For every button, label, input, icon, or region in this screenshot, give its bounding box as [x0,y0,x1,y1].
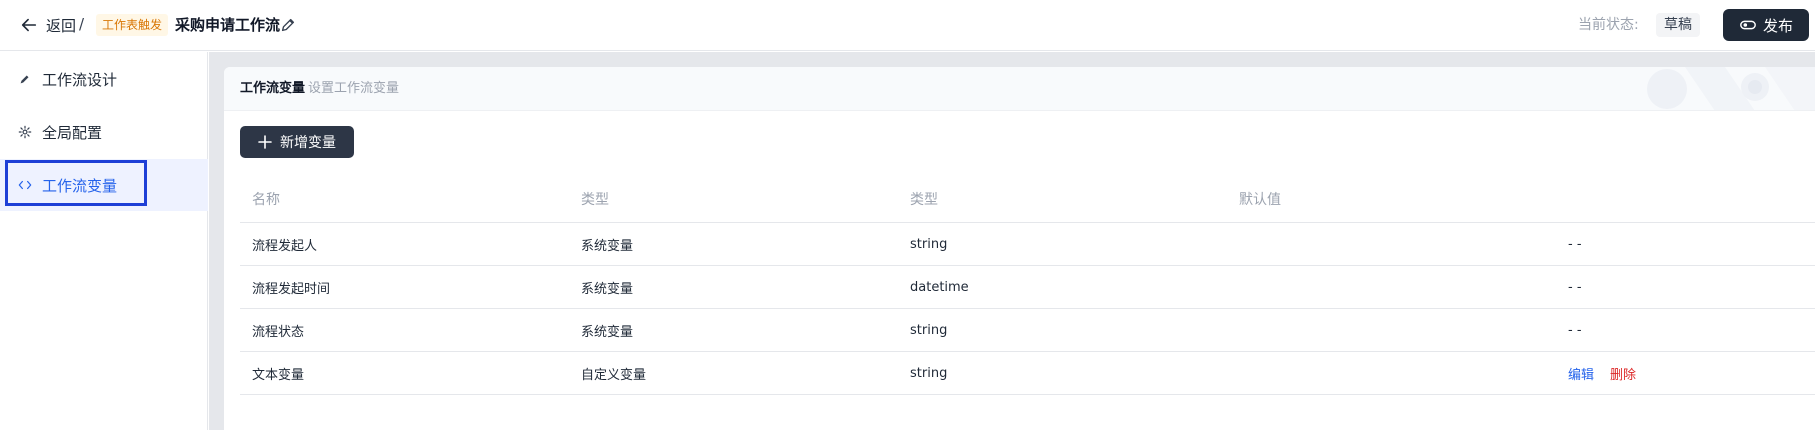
add-variable-label: 新增变量 [280,135,336,151]
column-header-name: 名称 [252,191,280,208]
cell-name: 流程状态 [252,324,305,340]
add-variable-button[interactable]: 新增变量 [240,126,354,158]
column-header-type: 类型 [910,191,938,208]
cell-category: 自定义变量 [581,367,647,383]
status-badge: 草稿 [1656,13,1700,37]
column-header-default: 默认值 [1239,191,1281,208]
cell-name: 文本变量 [252,367,305,383]
table-row: 流程状态 系统变量 string - - [240,309,1815,352]
edit-title-icon[interactable] [279,16,297,34]
toggle-icon [1740,20,1756,30]
top-header: 返回 / 工作表触发 采购申请工作流 当前状态: 草稿 发布 [0,0,1815,51]
cell-category: 系统变量 [581,281,634,297]
variables-table: 名称 类型 类型 默认值 流程发起人 系统变量 string - - 流程发起时… [240,175,1815,395]
gear-icon [18,125,32,139]
cell-type: datetime [910,279,969,295]
decorative-pattern [1647,67,1815,110]
publish-label: 发布 [1762,16,1793,35]
arrow-left-icon [21,18,37,32]
sidebar-item-variables[interactable]: 工作流变量 [0,159,208,211]
cell-type: string [910,236,948,252]
card-title: 工作流变量 [240,81,306,96]
cell-action-placeholder: - - [1568,279,1582,295]
card-header: 工作流变量 设置工作流变量 [224,67,1815,111]
table-row: 文本变量 自定义变量 string 编辑 删除 [240,352,1815,395]
pencil-icon [20,75,29,84]
back-label: 返回 [46,16,77,35]
table-row: 流程发起时间 系统变量 datetime - - [240,266,1815,309]
cell-actions: 编辑 删除 [1568,352,1636,394]
table-row: 流程发起人 系统变量 string - - [240,223,1815,266]
column-header-category: 类型 [581,191,609,208]
sidebar-item-global-config[interactable]: 全局配置 [0,106,208,158]
cell-category: 系统变量 [581,238,634,254]
sidebar-item-label: 工作流变量 [42,176,118,195]
table-header-row: 名称 类型 类型 默认值 [240,175,1815,223]
workflow-title: 采购申请工作流 [175,16,281,34]
cell-type: string [910,322,948,338]
sidebar: 工作流设计 全局配置 工作流变量 [0,52,208,430]
cell-name: 流程发起时间 [252,281,331,297]
delete-link[interactable]: 删除 [1610,364,1636,383]
edit-link[interactable]: 编辑 [1568,364,1594,383]
sidebar-item-label: 工作流设计 [42,70,118,89]
cell-category: 系统变量 [581,324,634,340]
cell-type: string [910,365,948,381]
cell-action-placeholder: - - [1568,236,1582,252]
back-button[interactable]: 返回 [20,13,76,37]
trigger-type-tag: 工作表触发 [96,14,169,36]
status-label: 当前状态: [1578,17,1639,33]
code-icon [18,180,32,190]
publish-button[interactable]: 发布 [1723,9,1809,41]
cell-name: 流程发起人 [252,238,318,254]
sidebar-item-design[interactable]: 工作流设计 [0,53,208,105]
breadcrumb-separator: / [79,15,85,33]
cell-action-placeholder: - - [1568,322,1582,338]
variables-card: 工作流变量 设置工作流变量 新增变量 名称 类型 类型 默认值 流程发起人 系统… [224,67,1815,430]
sidebar-item-label: 全局配置 [42,123,103,142]
card-subtitle: 设置工作流变量 [308,81,400,96]
plus-icon [258,135,272,149]
